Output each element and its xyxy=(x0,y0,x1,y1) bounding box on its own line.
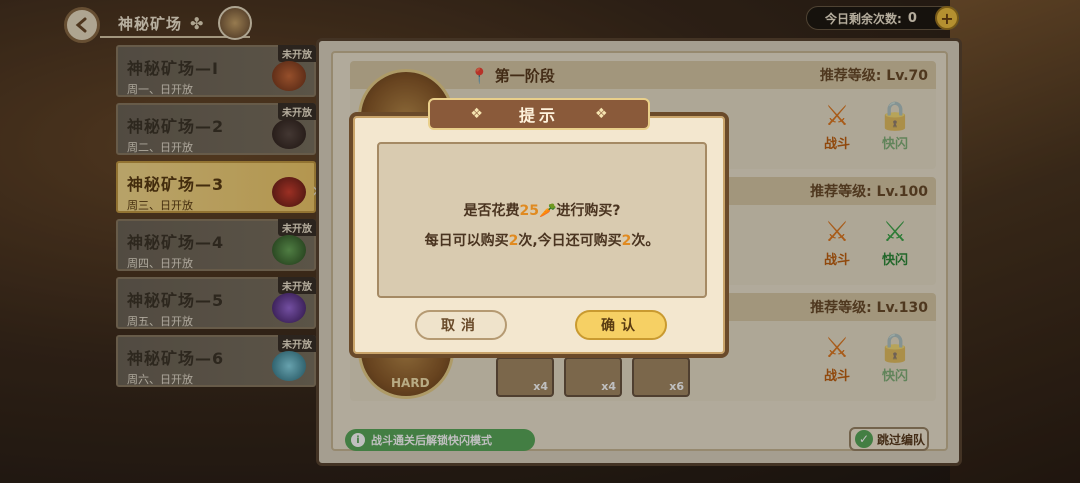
cost-amount: 25 xyxy=(519,203,539,219)
dialog-message-line-1: 是否花费25🥕进行购买? xyxy=(379,200,705,220)
dialog-message-line-2: 每日可以购买2次,今日还可购买2次。 xyxy=(379,230,705,250)
remaining-purchases: 2 xyxy=(621,233,632,249)
carrot-icon: 🥕 xyxy=(538,203,557,219)
dialog-title: 提示 xyxy=(518,106,559,125)
dialog-message-box: 是否花费25🥕进行购买? 每日可以购买2次,今日还可购买2次。 xyxy=(377,142,707,298)
purchase-dialog: 是否花费25🥕进行购买? 每日可以购买2次,今日还可购买2次。 取消 确认 xyxy=(349,112,729,358)
msg-text: 是否花费 xyxy=(463,203,520,219)
daily-limit: 2 xyxy=(508,233,519,249)
confirm-button[interactable]: 确认 xyxy=(575,310,667,340)
msg-text: 每日可以购买 xyxy=(424,233,509,249)
msg-text: 进行购买? xyxy=(556,203,621,219)
ornament-icon: ❖ xyxy=(470,106,483,122)
dialog-title-bar: ❖ 提示 ❖ xyxy=(428,98,650,130)
msg-text: 次,今日还可购买 xyxy=(518,233,622,249)
cancel-button[interactable]: 取消 xyxy=(415,310,507,340)
msg-text: 次。 xyxy=(631,233,660,249)
ornament-icon: ❖ xyxy=(595,106,608,122)
